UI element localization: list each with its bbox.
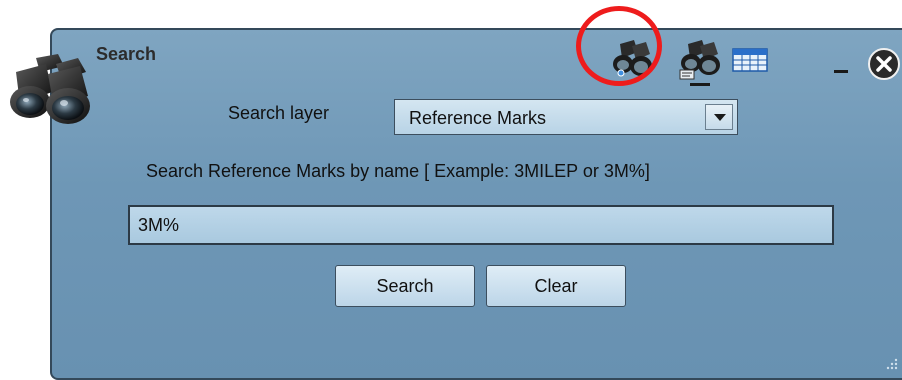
search-layer-select[interactable]: Reference Marks [394, 99, 738, 135]
table-icon[interactable] [730, 45, 772, 75]
close-button[interactable] [866, 46, 902, 82]
search-button[interactable]: Search [335, 265, 475, 307]
highlight-circle [576, 6, 662, 86]
search-panel [50, 28, 902, 380]
resize-grip[interactable] [880, 354, 900, 374]
search-help-text: Search Reference Marks by name [ Example… [146, 161, 650, 181]
minimize-button[interactable] [828, 48, 856, 78]
search-layer-label: Search layer [228, 103, 330, 123]
search-widget: Search Search layer Reference Marks Sear… [0, 0, 902, 380]
clear-button[interactable]: Clear [486, 265, 626, 307]
binoculars-icon [10, 54, 90, 124]
search-input[interactable] [128, 205, 834, 245]
search-by-attribute-icon[interactable] [676, 38, 724, 88]
search-layer-value: Reference Marks [409, 108, 547, 128]
window-title: Search [96, 44, 157, 64]
chevron-down-icon[interactable] [705, 104, 733, 130]
